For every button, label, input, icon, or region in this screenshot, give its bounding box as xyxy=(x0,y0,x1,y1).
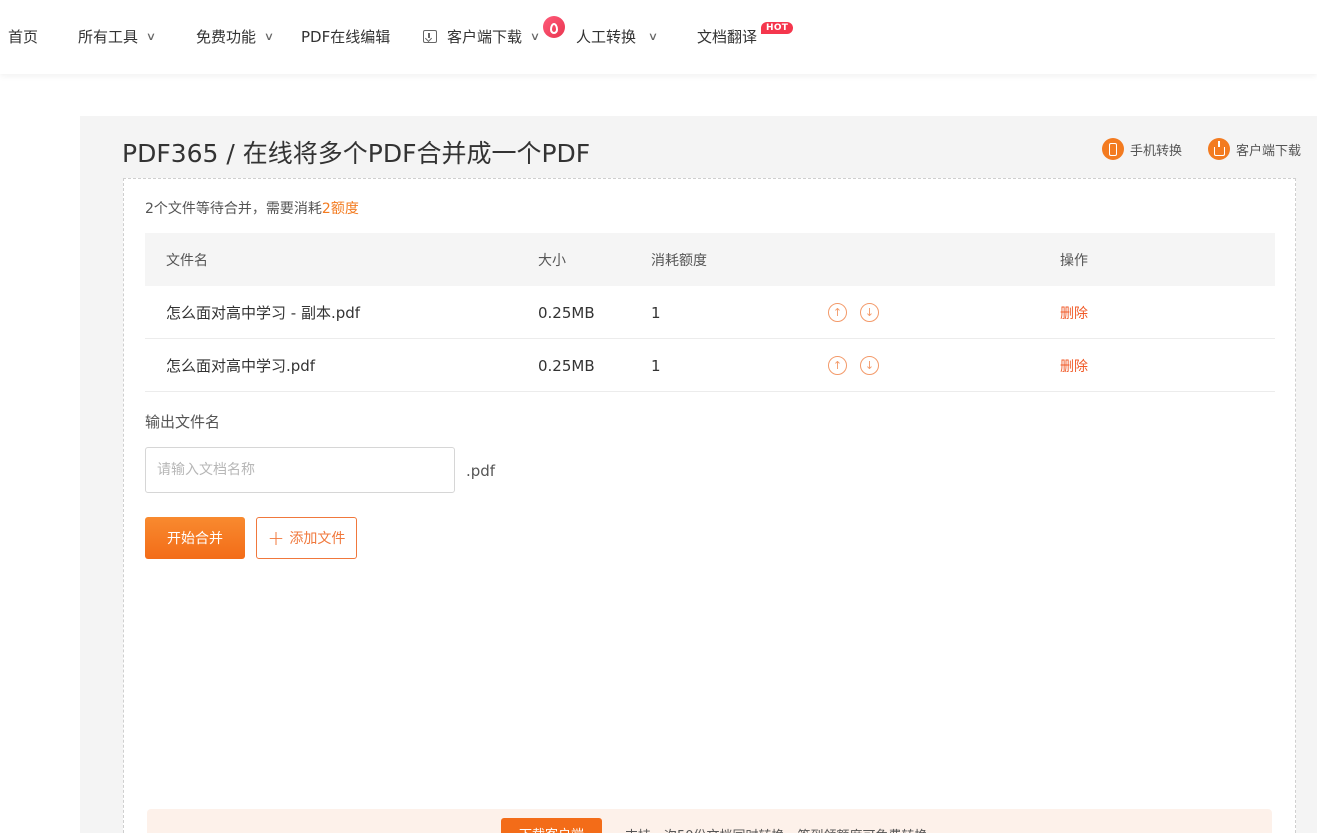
hot-badge: HOT xyxy=(761,22,794,34)
start-merge-label: 开始合并 xyxy=(167,530,223,546)
table-header: 文件名 大小 消耗额度 操作 xyxy=(145,233,1275,286)
header-name: 文件名 xyxy=(166,252,208,269)
merge-card: 2个文件等待合并，需要消耗2额度 文件名 大小 消耗额度 操作 怎么面对高中学习… xyxy=(123,178,1296,833)
merge-summary: 2个文件等待合并，需要消耗2额度 xyxy=(145,198,359,218)
nav-all-tools-label: 所有工具 xyxy=(78,27,139,46)
plus-icon: + xyxy=(267,526,285,550)
summary-text: 2个文件等待合并，需要消耗 xyxy=(145,201,322,217)
move-controls: ↑ ↓ xyxy=(828,339,879,392)
phone-icon xyxy=(1102,138,1124,160)
banner-text: 支持一次50份文档同时转换，签到领额度可免费转换 xyxy=(625,825,928,833)
main-panel: PDF365 / 在线将多个PDF合并成一个PDF 手机转换 客户端下载 2个文… xyxy=(80,116,1317,833)
download-icon xyxy=(423,29,437,43)
page-title: PDF365 / 在线将多个PDF合并成一个PDF xyxy=(122,139,591,168)
file-table: 文件名 大小 消耗额度 操作 怎么面对高中学习 - 副本.pdf 0.25MB … xyxy=(145,233,1275,392)
chevron-down-icon: ∨ xyxy=(529,29,541,43)
table-row: 怎么面对高中学习 - 副本.pdf 0.25MB 1 ↑ ↓ 删除 xyxy=(145,286,1275,339)
move-down-icon[interactable]: ↓ xyxy=(860,303,879,322)
delete-link[interactable]: 删除 xyxy=(1060,356,1088,376)
summary-highlight: 2额度 xyxy=(321,201,359,217)
mobile-convert-link[interactable]: 手机转换 xyxy=(1102,138,1182,160)
add-file-label: 添加文件 xyxy=(289,531,346,547)
output-filename-label: 输出文件名 xyxy=(145,413,221,431)
download-icon xyxy=(1208,138,1230,160)
move-up-icon[interactable]: ↑ xyxy=(828,356,847,375)
file-cost: 1 xyxy=(651,303,661,322)
client-download-label: 客户端下载 xyxy=(1236,143,1302,159)
file-extension: .pdf xyxy=(466,462,496,480)
table-row: 怎么面对高中学习.pdf 0.25MB 1 ↑ ↓ 删除 xyxy=(145,339,1275,392)
nav-manual-convert-label: 人工转换 xyxy=(576,27,637,46)
nav-client-download[interactable]: 客户端下载 ∨ xyxy=(423,26,541,46)
nav-all-tools[interactable]: 所有工具 ∨ xyxy=(78,26,157,46)
chevron-down-icon: ∨ xyxy=(145,29,157,43)
file-name: 怎么面对高中学习.pdf xyxy=(166,357,316,375)
fire-icon xyxy=(543,16,565,38)
start-merge-button[interactable]: 开始合并 xyxy=(145,517,245,559)
client-download-link[interactable]: 客户端下载 xyxy=(1208,138,1301,160)
banner-download-label: 下载客户端 xyxy=(519,824,584,833)
nav-home-label: 首页 xyxy=(8,27,39,46)
delete-cell: 删除 xyxy=(1060,339,1088,392)
file-size: 0.25MB xyxy=(538,356,595,375)
move-up-icon[interactable]: ↑ xyxy=(828,303,847,322)
delete-link[interactable]: 删除 xyxy=(1060,303,1088,323)
move-controls: ↑ ↓ xyxy=(828,286,879,339)
nav-doc-translate[interactable]: 文档翻译 xyxy=(697,26,757,46)
add-file-button[interactable]: + 添加文件 xyxy=(256,517,357,559)
chevron-down-icon: ∨ xyxy=(263,29,275,43)
mobile-convert-label: 手机转换 xyxy=(1130,143,1183,159)
delete-cell: 删除 xyxy=(1060,286,1088,339)
header-actions: 操作 xyxy=(1060,252,1088,269)
nav-doc-translate-label: 文档翻译 xyxy=(697,27,758,46)
file-name: 怎么面对高中学习 - 副本.pdf xyxy=(166,304,361,322)
nav-free-features[interactable]: 免费功能 ∨ xyxy=(196,26,275,46)
nav-pdf-edit[interactable]: PDF在线编辑 xyxy=(301,26,390,46)
nav-pdf-edit-label: PDF在线编辑 xyxy=(301,27,391,46)
nav-free-features-label: 免费功能 xyxy=(196,27,257,46)
move-down-icon[interactable]: ↓ xyxy=(860,356,879,375)
nav-client-download-label: 客户端下载 xyxy=(447,27,523,46)
banner-download-button[interactable]: 下载客户端 xyxy=(501,818,602,833)
file-cost: 1 xyxy=(651,356,661,375)
chevron-down-icon: ∨ xyxy=(647,29,659,43)
nav-home[interactable]: 首页 xyxy=(8,26,38,46)
header-cost: 消耗额度 xyxy=(651,252,707,269)
output-filename-input[interactable] xyxy=(145,447,455,493)
file-size: 0.25MB xyxy=(538,303,595,322)
nav-manual-convert[interactable]: 人工转换 ∨ xyxy=(576,26,659,46)
bottom-banner: 下载客户端 支持一次50份文档同时转换，签到领额度可免费转换 xyxy=(147,809,1272,833)
header-size: 大小 xyxy=(538,252,566,269)
top-nav: 首页 所有工具 ∨ 免费功能 ∨ PDF在线编辑 客户端下载 ∨ 人工转换 ∨ … xyxy=(0,0,1317,74)
